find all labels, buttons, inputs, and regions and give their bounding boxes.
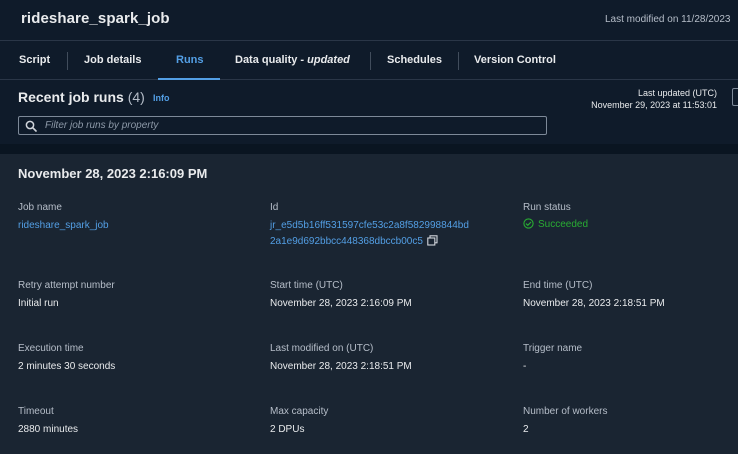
max-capacity-label: Max capacity: [270, 406, 329, 417]
recent-runs-count: (4): [127, 89, 145, 105]
run-id-line-2: 2a1e9d692bbcc448368dbccb00c5: [270, 236, 423, 247]
check-circle-icon: [523, 218, 534, 229]
refresh-button[interactable]: [732, 88, 738, 106]
tab-schedules[interactable]: Schedules: [387, 41, 442, 80]
job-title: rideshare_spark_job: [21, 10, 170, 27]
retry-attempt-value: Initial run: [18, 298, 59, 309]
timeout-label: Timeout: [18, 406, 54, 417]
run-status-value: Succeeded: [523, 218, 589, 231]
tab-version-control[interactable]: Version Control: [474, 41, 556, 80]
num-workers-value: 2: [523, 424, 529, 435]
last-updated-value: November 29, 2023 at 11:53:01: [591, 100, 717, 110]
copy-icon[interactable]: [427, 235, 438, 246]
info-link[interactable]: Info: [153, 93, 170, 103]
recent-runs-title: Recent job runs (4): [18, 89, 145, 105]
last-modified-on-value: November 28, 2023 2:18:51 PM: [270, 361, 412, 372]
filter-search-box[interactable]: [18, 116, 547, 135]
tab-data-quality[interactable]: Data quality - updated: [235, 41, 350, 80]
end-time-label: End time (UTC): [523, 280, 593, 291]
job-name-link[interactable]: rideshare_spark_job: [18, 220, 109, 231]
last-modified-on-label: Last modified on (UTC): [270, 343, 374, 354]
tab-data-quality-suffix: updated: [307, 54, 350, 66]
tab-job-details[interactable]: Job details: [84, 41, 141, 80]
trigger-name-label: Trigger name: [523, 343, 583, 354]
job-name-label: Job name: [18, 202, 62, 213]
execution-time-value: 2 minutes 30 seconds: [18, 361, 116, 372]
tab-separator: [370, 52, 371, 70]
run-id-line-1: jr_e5d5b16ff531597cfe53c2a8f582998844bd: [270, 220, 469, 231]
tab-script[interactable]: Script: [19, 41, 50, 80]
page-header: rideshare_spark_job Last modified on 11/…: [0, 0, 738, 40]
trigger-name-value: -: [523, 361, 527, 372]
tab-separator: [67, 52, 68, 70]
search-icon: [25, 120, 37, 132]
section-divider: [0, 144, 738, 154]
timeout-value: 2880 minutes: [18, 424, 79, 435]
last-updated-label: Last updated (UTC): [637, 88, 717, 98]
last-modified-text: Last modified on 11/28/2023: [605, 14, 731, 25]
run-status-label: Run status: [523, 202, 571, 213]
end-time-value: November 28, 2023 2:18:51 PM: [523, 298, 665, 309]
run-status-text: Succeeded: [538, 219, 589, 231]
recent-runs-title-text: Recent job runs: [18, 89, 124, 105]
tab-bar: Script Job details Runs Data quality - u…: [0, 40, 738, 80]
tab-runs[interactable]: Runs: [158, 41, 219, 80]
max-capacity-value: 2 DPUs: [270, 424, 305, 435]
run-header-date: November 28, 2023 2:16:09 PM: [18, 166, 208, 181]
start-time-label: Start time (UTC): [270, 280, 343, 291]
run-id-label: Id: [270, 202, 279, 213]
execution-time-label: Execution time: [18, 343, 84, 354]
tab-separator: [458, 52, 459, 70]
retry-attempt-label: Retry attempt number: [18, 280, 115, 291]
tab-data-quality-label: Data quality -: [235, 54, 308, 66]
num-workers-label: Number of workers: [523, 406, 608, 417]
run-id-value[interactable]: jr_e5d5b16ff531597cfe53c2a8f582998844bd …: [270, 218, 520, 250]
start-time-value: November 28, 2023 2:16:09 PM: [270, 298, 412, 309]
filter-search-input[interactable]: [45, 117, 535, 134]
last-updated: Last updated (UTC) November 29, 2023 at …: [591, 87, 717, 111]
